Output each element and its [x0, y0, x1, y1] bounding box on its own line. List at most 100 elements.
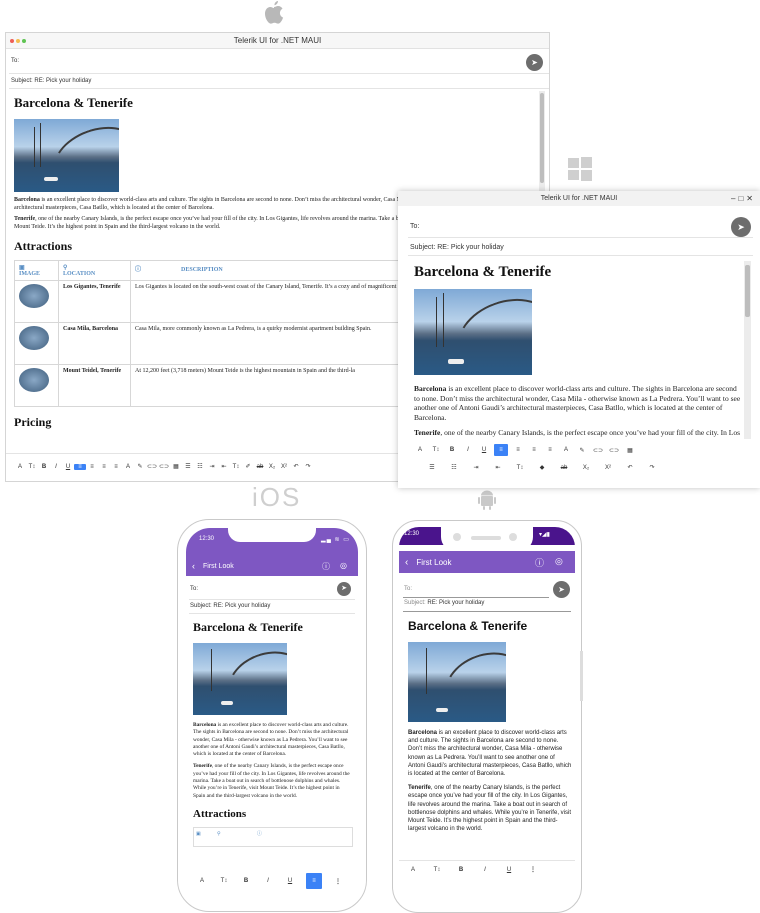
italic-button[interactable]: I: [462, 447, 474, 453]
to-input[interactable]: [428, 219, 728, 233]
font-size-button[interactable]: T↕: [218, 878, 230, 884]
close-dot[interactable]: [10, 39, 14, 43]
row-location: Los Gigantes, Tenerife: [63, 284, 121, 290]
superscript-button[interactable]: X²: [278, 464, 290, 470]
font-button[interactable]: A: [14, 464, 26, 470]
info-icon[interactable]: ⓘ: [535, 556, 544, 569]
subject-input[interactable]: RE: Pick your holiday: [437, 244, 504, 251]
undo-button[interactable]: ↶: [290, 463, 302, 470]
underline-button[interactable]: U: [478, 447, 490, 453]
barcelona-image: [193, 643, 287, 715]
indent-button[interactable]: ⇥: [206, 463, 218, 470]
align-left-button[interactable]: ≡: [306, 873, 322, 889]
more-button[interactable]: ⋮: [527, 866, 539, 873]
window-title: Telerik UI for .NET MAUI: [540, 195, 618, 202]
format-button[interactable]: T↕: [514, 465, 526, 471]
editor-content[interactable]: Barcelona & Tenerife Barcelona is an exc…: [408, 619, 573, 857]
text-color-button[interactable]: A: [560, 447, 572, 453]
format-button[interactable]: T↕: [230, 464, 242, 470]
theme-icon[interactable]: ◎: [340, 561, 347, 570]
send-button[interactable]: ➤: [337, 582, 351, 596]
highlight-button[interactable]: ✎: [134, 463, 146, 470]
font-size-button[interactable]: T↕: [431, 867, 443, 873]
subscript-button[interactable]: X₂: [580, 465, 592, 471]
link-button[interactable]: ⊂⊃: [592, 447, 604, 454]
font-button[interactable]: A: [407, 867, 419, 873]
link-button[interactable]: ⊂⊃: [146, 463, 158, 470]
align-right-button[interactable]: ≡: [528, 447, 540, 453]
back-icon[interactable]: ‹: [192, 561, 195, 571]
number-list-button[interactable]: ☷: [194, 463, 206, 470]
camera-cutout: [441, 527, 533, 551]
bullet-list-button[interactable]: ☰: [182, 463, 194, 470]
strike-button[interactable]: ab: [254, 464, 266, 470]
zoom-dot[interactable]: [22, 39, 26, 43]
number-list-button[interactable]: ☷: [448, 464, 460, 471]
p1-text: is an excellent place to discover world-…: [414, 384, 741, 422]
align-left-button[interactable]: ≡: [74, 463, 86, 470]
image-button[interactable]: ▦: [624, 447, 636, 454]
image-col-icon: ▣: [19, 265, 25, 271]
underline-button[interactable]: U: [503, 867, 515, 873]
redo-button[interactable]: ↷: [646, 464, 658, 471]
bold-button[interactable]: B: [240, 878, 252, 884]
clear-format-button[interactable]: ✐: [242, 463, 254, 470]
font-button[interactable]: A: [414, 447, 426, 453]
theme-icon[interactable]: ◎: [555, 556, 563, 567]
justify-button[interactable]: ≡: [110, 464, 122, 470]
underline-button[interactable]: U: [62, 464, 74, 470]
text-color-button[interactable]: A: [122, 464, 134, 470]
align-left-button[interactable]: ≡: [494, 444, 508, 456]
send-icon: ➤: [558, 585, 565, 594]
italic-button[interactable]: I: [50, 464, 62, 470]
font-size-button[interactable]: T↕: [430, 447, 442, 453]
apple-logo-icon: [265, 1, 284, 24]
font-size-button[interactable]: T↕: [26, 464, 38, 470]
subject-input[interactable]: RE: Pick your holiday: [213, 603, 270, 609]
outdent-button[interactable]: ⇤: [218, 463, 230, 470]
align-center-button[interactable]: ≡: [512, 447, 524, 453]
align-center-button[interactable]: ≡: [86, 464, 98, 470]
to-label: To:: [410, 223, 420, 230]
justify-button[interactable]: ≡: [544, 447, 556, 453]
window-controls[interactable]: –□✕: [731, 191, 756, 206]
row-location: Mount Teidel, Tenerife: [63, 368, 122, 374]
send-button[interactable]: ➤: [553, 581, 570, 598]
italic-button[interactable]: I: [479, 867, 491, 873]
unlink-button[interactable]: ⊂⊃: [158, 463, 170, 470]
app-title: First Look: [416, 557, 452, 567]
bold-button[interactable]: B: [455, 867, 467, 873]
ios-phone: 12:30 ▂▄ ≋ ▭ ‹ First Look ⓘ ◎ To: ➤ Subj…: [177, 519, 367, 912]
italic-button[interactable]: I: [262, 878, 274, 884]
font-button[interactable]: A: [196, 878, 208, 884]
subscript-button[interactable]: X₂: [266, 464, 278, 470]
unlink-button[interactable]: ⊂⊃: [608, 447, 620, 454]
highlight-button[interactable]: ✎: [576, 447, 588, 454]
image-button[interactable]: ▦: [170, 463, 182, 470]
undo-button[interactable]: ↶: [624, 464, 636, 471]
redo-button[interactable]: ↷: [302, 463, 314, 470]
scrollbar[interactable]: [744, 261, 751, 439]
bullet-list-button[interactable]: ☰: [426, 464, 438, 471]
bold-button[interactable]: B: [38, 464, 50, 470]
info-icon[interactable]: ⓘ: [322, 561, 330, 572]
subject-input[interactable]: RE: Pick your holiday: [427, 600, 484, 606]
editor-content[interactable]: Barcelona & Tenerife Barcelona is an exc…: [193, 620, 353, 868]
underline-button[interactable]: U: [284, 878, 296, 884]
strike-button[interactable]: ab: [558, 465, 570, 471]
send-button[interactable]: ➤: [526, 54, 543, 71]
minimize-dot[interactable]: [16, 39, 20, 43]
more-button[interactable]: ⋮: [332, 878, 344, 885]
to-input[interactable]: [28, 55, 518, 68]
editor-content[interactable]: Barcelona & Tenerife Barcelona is an exc…: [414, 261, 742, 439]
subject-label: Subject:: [190, 603, 212, 609]
subject-input[interactable]: RE: Pick your holiday: [34, 78, 91, 84]
clear-format-button[interactable]: ◆: [536, 464, 548, 471]
bold-button[interactable]: B: [446, 447, 458, 453]
outdent-button[interactable]: ⇤: [492, 464, 504, 471]
back-icon[interactable]: ‹: [405, 557, 408, 568]
align-right-button[interactable]: ≡: [98, 464, 110, 470]
indent-button[interactable]: ⇥: [470, 464, 482, 471]
superscript-button[interactable]: X²: [602, 465, 614, 471]
send-button[interactable]: ➤: [731, 217, 751, 237]
